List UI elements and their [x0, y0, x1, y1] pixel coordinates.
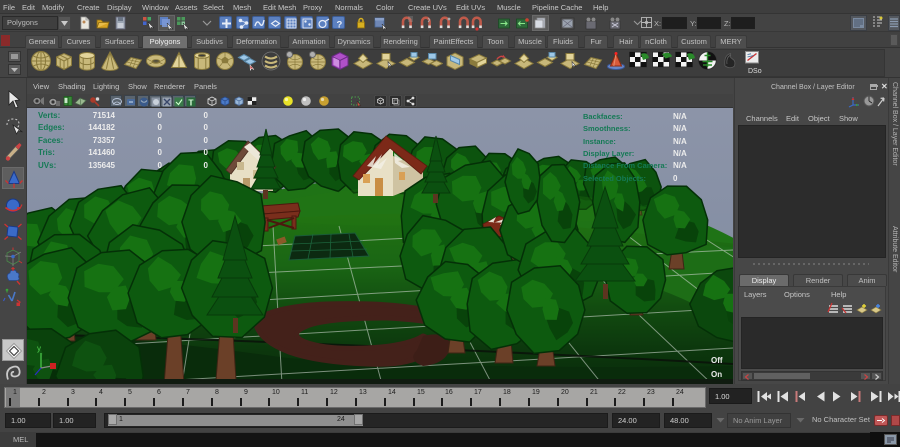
svg-text:T: T — [188, 97, 194, 107]
svg-text:y: y — [37, 344, 41, 353]
svg-text:?: ? — [337, 20, 343, 31]
